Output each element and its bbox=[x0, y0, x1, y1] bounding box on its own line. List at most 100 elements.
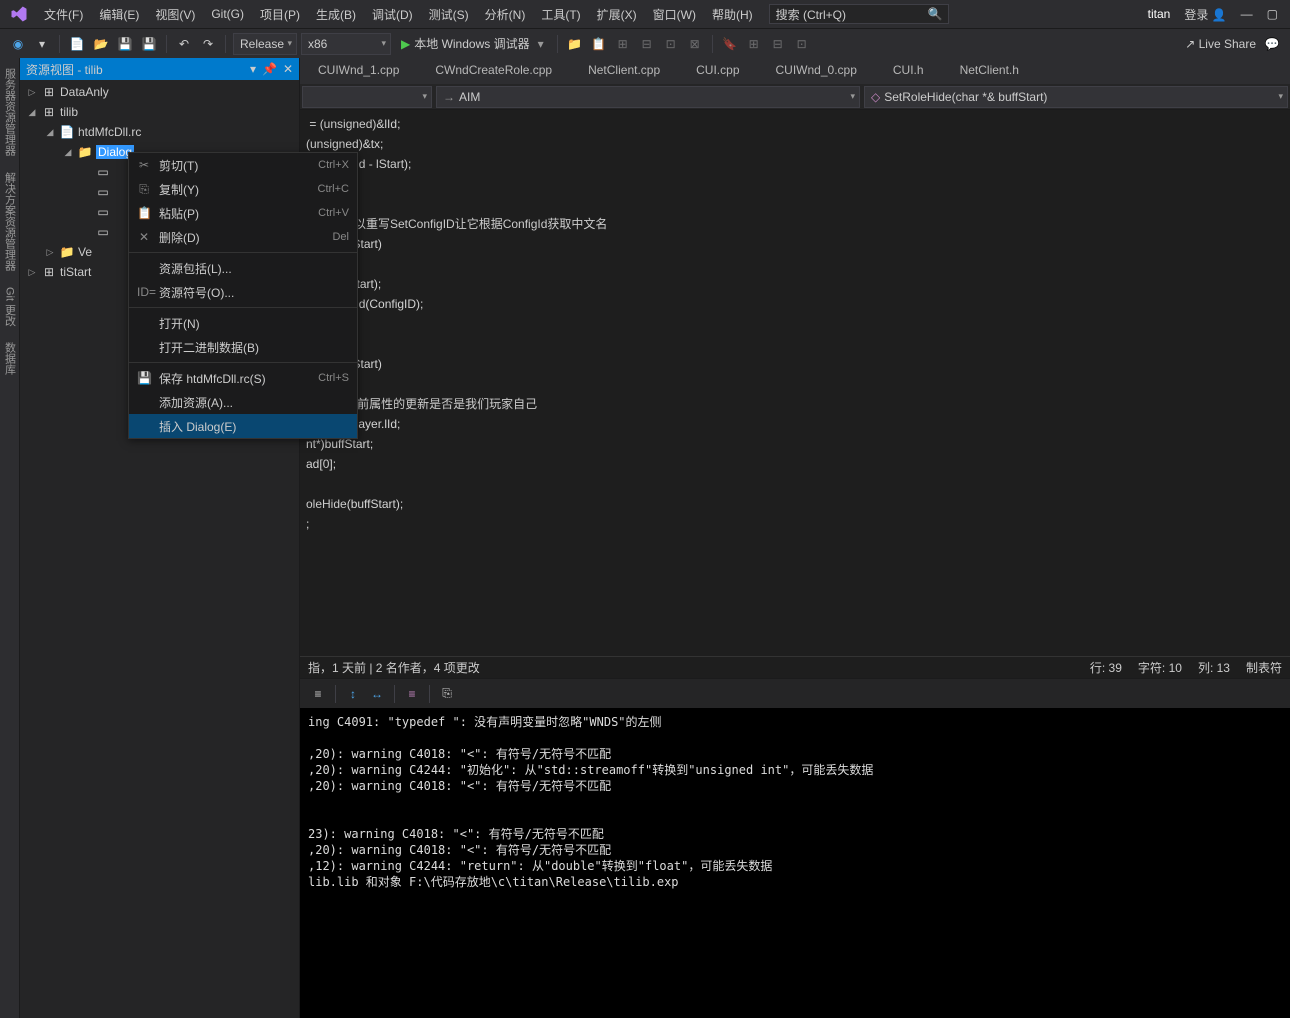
file-tab[interactable]: CUIWnd_0.cpp bbox=[758, 58, 875, 84]
nav-bar: →AIM ◇SetRoleHide(char *& buffStart) bbox=[300, 84, 1290, 110]
function-dropdown[interactable]: →AIM bbox=[436, 86, 860, 108]
context-menu-item[interactable]: 添加资源(A)... bbox=[129, 390, 357, 414]
tree-node[interactable]: ◢⊞tilib bbox=[20, 102, 299, 122]
tool-btn-3[interactable]: ⊞ bbox=[613, 34, 633, 54]
vertical-tab[interactable]: 服务器资源管理器 bbox=[0, 62, 20, 162]
context-menu-item[interactable]: 打开二进制数据(B) bbox=[129, 335, 357, 359]
tree-label: tiStart bbox=[60, 265, 91, 279]
menu-item[interactable]: 视图(V) bbox=[147, 2, 203, 27]
tree-node[interactable]: ▷⊞DataAnly bbox=[20, 82, 299, 102]
output-btn-3[interactable]: ↔ bbox=[367, 684, 387, 704]
login-link[interactable]: 登录 👤 bbox=[1184, 6, 1226, 23]
undo-button[interactable]: ↶ bbox=[174, 34, 194, 54]
output-panel[interactable]: ing C4091: "typedef ": 没有声明变量时忽略"WNDS"的左… bbox=[300, 708, 1290, 1018]
bookmark-icon[interactable]: 🔖 bbox=[720, 34, 740, 54]
output-btn-2[interactable]: ↕ bbox=[343, 684, 363, 704]
config-dropdown[interactable]: Release bbox=[233, 33, 297, 55]
menu-item[interactable]: 文件(F) bbox=[36, 2, 91, 27]
menu-item[interactable]: 扩展(X) bbox=[589, 2, 645, 27]
new-button[interactable]: 📄 bbox=[67, 34, 87, 54]
resource-tree[interactable]: ▷⊞DataAnly◢⊞tilib◢📄htdMfcDll.rc◢📁Dialog▭… bbox=[20, 80, 299, 1018]
search-box[interactable]: 搜索 (Ctrl+Q) 🔍 bbox=[769, 4, 949, 24]
menu-item[interactable]: 帮助(H) bbox=[704, 2, 761, 27]
panel-title-bar[interactable]: 资源视图 - tilib ▾📌✕ bbox=[20, 58, 299, 80]
tool-btn-6[interactable]: ⊠ bbox=[685, 34, 705, 54]
solution-name[interactable]: titan bbox=[1148, 7, 1171, 21]
menu-item[interactable]: 编辑(E) bbox=[91, 2, 147, 27]
tool-btn-2[interactable]: 📋 bbox=[589, 34, 609, 54]
context-menu-item[interactable]: 资源包括(L)... bbox=[129, 256, 357, 280]
output-btn-5[interactable]: ⎘ bbox=[437, 684, 457, 704]
db-icon: ⊞ bbox=[42, 265, 56, 279]
pin-icon[interactable]: 📌 bbox=[262, 62, 277, 76]
context-menu-item[interactable]: ✂剪切(T)Ctrl+X bbox=[129, 153, 357, 177]
tool-btn-5[interactable]: ⊡ bbox=[661, 34, 681, 54]
file-tab[interactable]: NetClient.cpp bbox=[570, 58, 678, 84]
file-tab[interactable]: CWndCreateRole.cpp bbox=[417, 58, 570, 84]
dlg-icon: ▭ bbox=[96, 165, 110, 179]
char-indicator: 字符: 10 bbox=[1138, 659, 1182, 676]
context-menu-item[interactable]: 插入 Dialog(E) bbox=[129, 414, 357, 438]
vertical-tab[interactable]: 解决方案资源管理器 bbox=[0, 166, 20, 277]
db-icon: ⊞ bbox=[42, 105, 56, 119]
save-all-button[interactable]: 💾 bbox=[139, 34, 159, 54]
member-dropdown[interactable]: ◇SetRoleHide(char *& buffStart) bbox=[864, 86, 1288, 108]
tool-btn-10[interactable]: ⊡ bbox=[792, 34, 812, 54]
tool-btn-8[interactable]: ⊞ bbox=[744, 34, 764, 54]
menu-item[interactable]: 生成(B) bbox=[308, 2, 364, 27]
output-btn-1[interactable]: ≡ bbox=[308, 684, 328, 704]
context-menu: ✂剪切(T)Ctrl+X⎘复制(Y)Ctrl+C📋粘贴(P)Ctrl+V✕删除(… bbox=[128, 152, 358, 439]
tool-btn-1[interactable]: 📁 bbox=[565, 34, 585, 54]
menu-item[interactable]: 测试(S) bbox=[421, 2, 477, 27]
file-tab[interactable]: NetClient.h bbox=[942, 58, 1037, 84]
live-share-button[interactable]: ↗ Live Share bbox=[1185, 37, 1256, 51]
menu-item[interactable]: 调试(D) bbox=[364, 2, 421, 27]
context-menu-item[interactable]: ⎘复制(Y)Ctrl+C bbox=[129, 177, 357, 201]
vertical-tab[interactable]: 数据库 bbox=[0, 336, 20, 381]
maximize-icon[interactable]: ▢ bbox=[1267, 7, 1278, 21]
rc-icon: 📄 bbox=[60, 125, 74, 139]
run-button[interactable]: ▶本地 Windows 调试器▾ bbox=[395, 35, 550, 52]
menu-item[interactable]: 分析(N) bbox=[477, 2, 534, 27]
output-btn-4[interactable]: ≡ bbox=[402, 684, 422, 704]
file-tab[interactable]: CUI.cpp bbox=[678, 58, 757, 84]
file-tab[interactable]: CUI.h bbox=[875, 58, 942, 84]
nav-dropdown[interactable]: ▾ bbox=[32, 34, 52, 54]
folder-icon: 📁 bbox=[60, 245, 74, 259]
tree-label: tilib bbox=[60, 105, 78, 119]
code-editor[interactable]: = (unsigned)&lId;(unsigned)&tx;fStart, l… bbox=[300, 110, 1290, 656]
platform-dropdown[interactable]: x86 bbox=[301, 33, 391, 55]
tool-btn-4[interactable]: ⊟ bbox=[637, 34, 657, 54]
minimize-icon[interactable]: — bbox=[1241, 7, 1253, 21]
scope-dropdown[interactable] bbox=[302, 86, 432, 108]
context-menu-item[interactable]: 💾保存 htdMfcDll.rc(S)Ctrl+S bbox=[129, 366, 357, 390]
ctx-icon: 📋 bbox=[137, 206, 151, 220]
tree-label: Ve bbox=[78, 245, 92, 259]
save-button[interactable]: 💾 bbox=[115, 34, 135, 54]
context-menu-item[interactable]: 打开(N) bbox=[129, 311, 357, 335]
dropdown-icon[interactable]: ▾ bbox=[250, 62, 256, 76]
file-tab[interactable]: CUIWnd_1.cpp bbox=[300, 58, 417, 84]
open-button[interactable]: 📂 bbox=[91, 34, 111, 54]
menu-item[interactable]: 项目(P) bbox=[252, 2, 308, 27]
search-icon: 🔍 bbox=[928, 7, 942, 21]
menu-item[interactable]: 窗口(W) bbox=[645, 2, 704, 27]
back-button[interactable]: ◉ bbox=[8, 34, 28, 54]
context-menu-item[interactable]: ID=资源符号(O)... bbox=[129, 280, 357, 304]
menu-item[interactable]: Git(G) bbox=[203, 3, 252, 25]
menu-item[interactable]: 工具(T) bbox=[533, 2, 588, 27]
context-menu-item[interactable]: ✕删除(D)Del bbox=[129, 225, 357, 249]
search-placeholder: 搜索 (Ctrl+Q) bbox=[776, 6, 846, 23]
dlg-icon: ▭ bbox=[96, 185, 110, 199]
context-menu-item[interactable]: 📋粘贴(P)Ctrl+V bbox=[129, 201, 357, 225]
tab-indicator: 制表符 bbox=[1246, 659, 1282, 676]
close-icon[interactable]: ✕ bbox=[283, 62, 293, 76]
resource-view-panel: 资源视图 - tilib ▾📌✕ ▷⊞DataAnly◢⊞tilib◢📄htdM… bbox=[20, 58, 300, 1018]
vertical-tab[interactable]: Git 更改 bbox=[0, 281, 20, 332]
arrow-icon: → bbox=[443, 90, 455, 104]
folder-icon: 📁 bbox=[78, 145, 92, 159]
redo-button[interactable]: ↷ bbox=[198, 34, 218, 54]
feedback-icon[interactable]: 💬 bbox=[1262, 34, 1282, 54]
tree-node[interactable]: ◢📄htdMfcDll.rc bbox=[20, 122, 299, 142]
tool-btn-9[interactable]: ⊟ bbox=[768, 34, 788, 54]
